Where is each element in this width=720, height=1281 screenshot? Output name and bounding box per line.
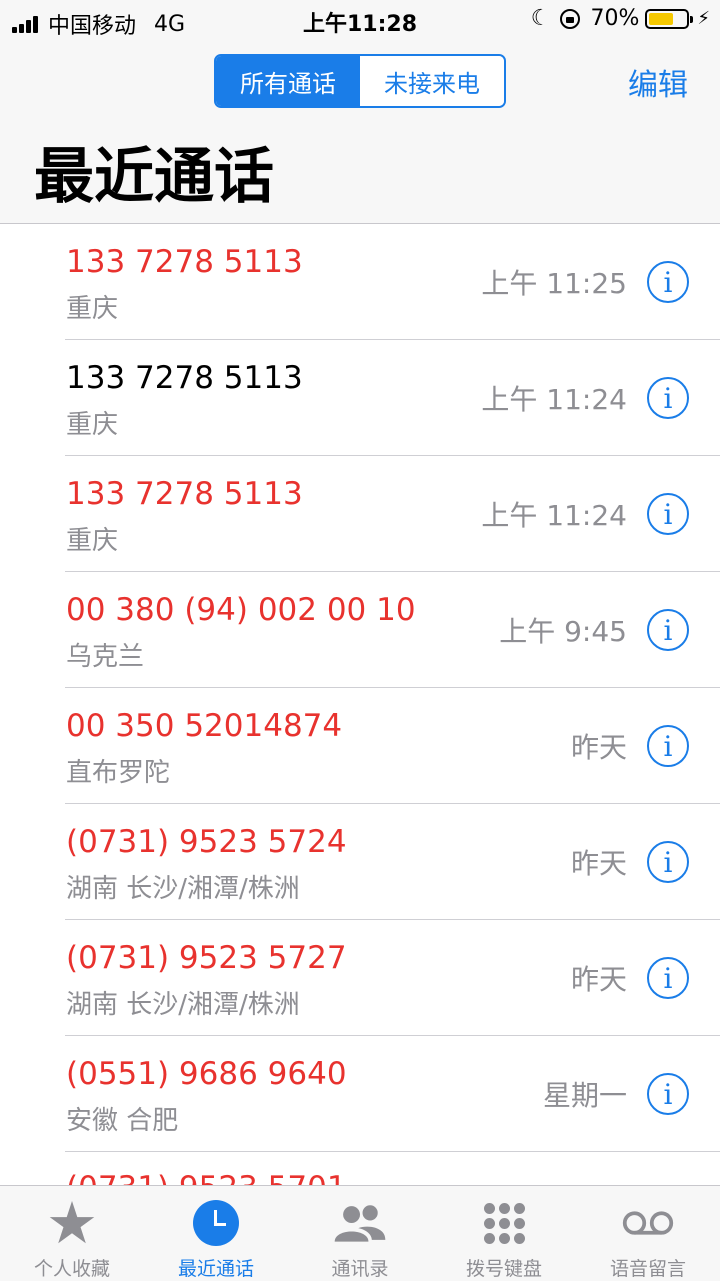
tab-label: 语音留言 bbox=[609, 1258, 686, 1280]
call-filter-segmented-control: 所有通话 未接来电 bbox=[214, 54, 506, 108]
info-icon[interactable]: i bbox=[647, 493, 689, 535]
call-location: 湖南 长沙/湘潭/株洲 bbox=[66, 990, 300, 1020]
call-location: 重庆 bbox=[66, 526, 119, 556]
star-icon: ★ bbox=[46, 1189, 98, 1257]
contacts-icon bbox=[333, 1196, 387, 1250]
call-time: 上午 11:24 bbox=[481, 383, 627, 416]
call-row[interactable]: 133 7278 5113 重庆 上午 11:25 i bbox=[0, 224, 720, 340]
call-location: 湖南 长沙/湘潭/株洲 bbox=[66, 874, 300, 904]
call-time: 昨天 bbox=[570, 963, 627, 996]
segment-all-calls[interactable]: 所有通话 bbox=[216, 56, 360, 106]
call-row[interactable]: (0731) 9523 5727 湖南 长沙/湘潭/株洲 昨天 i bbox=[0, 920, 720, 1036]
battery-icon bbox=[645, 8, 694, 29]
tab-keypad[interactable]: 拨号键盘 bbox=[432, 1186, 576, 1281]
rotation-lock-icon bbox=[560, 8, 581, 29]
call-location: 乌克兰 bbox=[66, 642, 145, 672]
voicemail-icon bbox=[621, 1196, 675, 1250]
call-number: (0731) 9523 5724 bbox=[66, 824, 347, 860]
call-time: 星期一 bbox=[542, 1079, 627, 1112]
call-number: (0551) 9686 9640 bbox=[66, 1056, 347, 1092]
call-location: 重庆 bbox=[66, 410, 119, 440]
call-time: 上午 11:25 bbox=[481, 267, 627, 300]
call-time: 上午 9:45 bbox=[499, 615, 627, 648]
call-row[interactable]: 00 350 52014874 直布罗陀 昨天 i bbox=[0, 688, 720, 804]
tab-contacts[interactable]: 通讯录 bbox=[288, 1186, 432, 1281]
call-number: 133 7278 5113 bbox=[66, 476, 303, 512]
info-icon[interactable]: i bbox=[647, 841, 689, 883]
tab-label: 拨号键盘 bbox=[465, 1258, 542, 1280]
edit-button[interactable]: 编辑 bbox=[628, 60, 688, 104]
info-icon[interactable]: i bbox=[647, 957, 689, 999]
page-title: 最近通话 bbox=[34, 142, 274, 212]
call-row[interactable]: (0551) 9686 9640 安徽 合肥 星期一 i bbox=[0, 1036, 720, 1152]
charging-bolt-icon: ⚡ bbox=[697, 8, 710, 29]
call-number: 00 350 52014874 bbox=[66, 708, 343, 744]
header: 所有通话 未接来电 编辑 最近通话 bbox=[0, 40, 720, 224]
info-icon[interactable]: i bbox=[647, 609, 689, 651]
tab-voicemail[interactable]: 语音留言 bbox=[576, 1186, 720, 1281]
status-bar: 中国移动 4G 上午11:28 ☾ 70% ⚡ bbox=[0, 0, 720, 40]
call-time: 上午 11:24 bbox=[481, 499, 627, 532]
call-location: 安徽 合肥 bbox=[66, 1106, 179, 1136]
battery-fill bbox=[649, 12, 674, 25]
call-row[interactable]: 133 7278 5113 重庆 上午 11:24 i bbox=[0, 340, 720, 456]
tab-favorites[interactable]: ★ 个人收藏 bbox=[0, 1186, 144, 1281]
call-list: 133 7278 5113 重庆 上午 11:25 i 133 7278 5113 重庆上… bbox=[0, 224, 720, 1268]
tab-bar: ★ 个人收藏 最近通话 通讯录 拨号键盘 语音留言 bbox=[0, 1185, 720, 1281]
call-location: 直布罗陀 bbox=[66, 758, 171, 788]
info-icon[interactable]: i bbox=[647, 725, 689, 767]
call-location: 重庆 bbox=[66, 294, 119, 324]
tab-label: 最近通话 bbox=[177, 1258, 254, 1280]
call-time: 昨天 bbox=[570, 731, 627, 764]
info-icon[interactable]: i bbox=[647, 1073, 689, 1115]
call-number: 133 7278 5113 bbox=[66, 360, 303, 396]
info-icon[interactable]: i bbox=[647, 261, 689, 303]
tab-recents[interactable]: 最近通话 bbox=[144, 1186, 288, 1281]
battery-percent: 70% bbox=[590, 6, 640, 31]
call-row[interactable]: (0731) 9523 5724 湖南 长沙/湘潭/株洲 昨天 i bbox=[0, 804, 720, 920]
tab-label: 通讯录 bbox=[331, 1258, 389, 1280]
moon-icon: ☾ bbox=[530, 6, 551, 31]
call-row[interactable]: 00 380 (94) 002 00 10 乌克兰 上午 9:45 i bbox=[0, 572, 720, 688]
clock-icon bbox=[189, 1196, 243, 1250]
keypad-icon bbox=[477, 1196, 531, 1250]
segment-missed-calls[interactable]: 未接来电 bbox=[360, 56, 504, 106]
status-right: ☾ 70% ⚡ bbox=[531, 6, 710, 31]
call-time: 昨天 bbox=[570, 847, 627, 880]
info-icon[interactable]: i bbox=[647, 377, 689, 419]
tab-label: 个人收藏 bbox=[33, 1258, 110, 1280]
call-row[interactable]: 133 7278 5113 重庆 上午 11:24 i bbox=[0, 456, 720, 572]
call-number: 00 380 (94) 002 00 10 bbox=[66, 592, 416, 628]
call-number: (0731) 9523 5727 bbox=[66, 940, 347, 976]
call-number: 133 7278 5113 bbox=[66, 244, 303, 280]
